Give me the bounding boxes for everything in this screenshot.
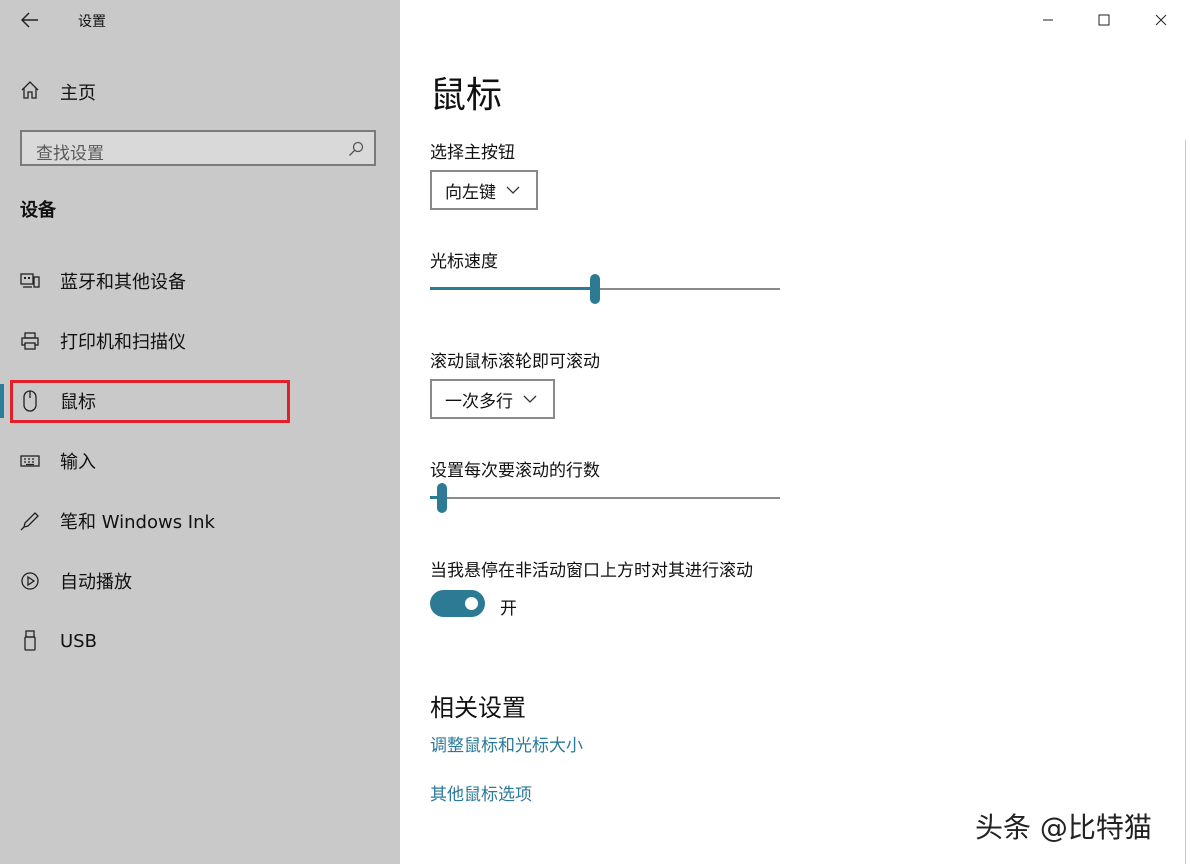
sidebar-item-usb[interactable]: USB	[20, 626, 97, 656]
lines-per-scroll-slider[interactable]	[430, 483, 780, 513]
slider-track	[430, 497, 780, 499]
sidebar-item-label: 打印机和扫描仪	[60, 332, 186, 353]
search-placeholder: 查找设置	[36, 144, 104, 164]
related-settings-heading: 相关设置	[430, 694, 526, 722]
minimize-icon	[1043, 19, 1053, 21]
slider-thumb[interactable]	[589, 274, 600, 304]
autoplay-icon	[20, 571, 40, 591]
dropdown-value: 一次多行	[445, 391, 513, 412]
sidebar-item-autoplay[interactable]: 自动播放	[20, 566, 132, 596]
minimize-button[interactable]	[1033, 6, 1063, 34]
back-button[interactable]	[18, 8, 42, 32]
primary-button-dropdown[interactable]: 向左键	[430, 170, 538, 210]
sidebar-item-label: 主页	[60, 83, 96, 104]
sidebar-item-label: USB	[60, 630, 97, 652]
section-heading: 设备	[20, 200, 56, 221]
cursor-speed-slider[interactable]	[430, 274, 780, 304]
home-icon	[20, 80, 40, 104]
usb-icon	[20, 630, 40, 651]
keyboard-icon	[20, 451, 40, 471]
red-highlight-box	[10, 380, 290, 423]
maximize-button[interactable]	[1089, 6, 1119, 34]
toggle-knob	[465, 597, 478, 610]
sidebar-item-printers[interactable]: 打印机和扫描仪	[20, 326, 186, 356]
close-icon	[1155, 14, 1167, 26]
inactive-scroll-label: 当我悬停在非活动窗口上方时对其进行滚动	[430, 561, 753, 581]
watermark: 头条 @比特猫	[975, 811, 1152, 844]
slider-thumb[interactable]	[436, 483, 447, 513]
chevron-down-icon	[506, 186, 520, 194]
dropdown-value: 向左键	[445, 182, 496, 203]
bluetooth-devices-icon	[20, 271, 40, 291]
sidebar: 设置 主页 查找设置 设备 蓝牙和其他设备 打印机和扫描仪 鼠标 输入 笔和 W…	[0, 0, 400, 864]
chevron-down-icon	[523, 395, 537, 403]
search-input[interactable]: 查找设置	[20, 130, 376, 166]
sidebar-item-label: 自动播放	[60, 572, 132, 593]
printer-icon	[20, 331, 40, 351]
active-indicator	[0, 384, 4, 418]
cursor-speed-label: 光标速度	[430, 252, 498, 272]
adjust-mouse-cursor-size-link[interactable]: 调整鼠标和光标大小	[430, 731, 583, 756]
back-arrow-icon	[21, 12, 38, 28]
page-title: 鼠标	[430, 75, 503, 116]
inactive-scroll-toggle[interactable]	[430, 590, 485, 617]
lines-per-scroll-label: 设置每次要滚动的行数	[430, 461, 600, 481]
scrollbar[interactable]	[1185, 140, 1186, 864]
additional-mouse-options-link[interactable]: 其他鼠标选项	[430, 780, 532, 805]
search-icon[interactable]	[348, 141, 364, 161]
wheel-scroll-label: 滚动鼠标滚轮即可滚动	[430, 352, 600, 372]
sidebar-item-home[interactable]: 主页	[20, 78, 96, 106]
sidebar-item-label: 蓝牙和其他设备	[60, 272, 186, 293]
pen-icon	[20, 511, 40, 531]
wheel-scroll-dropdown[interactable]: 一次多行	[430, 379, 555, 419]
sidebar-item-typing[interactable]: 输入	[20, 446, 96, 476]
sidebar-item-bluetooth[interactable]: 蓝牙和其他设备	[20, 266, 186, 296]
sidebar-item-pen[interactable]: 笔和 Windows Ink	[20, 506, 215, 536]
sidebar-item-label: 输入	[60, 452, 96, 473]
app-title: 设置	[78, 14, 106, 30]
close-button[interactable]	[1146, 6, 1176, 34]
maximize-icon	[1098, 14, 1110, 26]
sidebar-item-label: 笔和 Windows Ink	[60, 512, 215, 533]
toggle-state-label: 开	[500, 599, 517, 619]
primary-button-label: 选择主按钮	[430, 143, 515, 163]
slider-fill	[430, 287, 595, 290]
